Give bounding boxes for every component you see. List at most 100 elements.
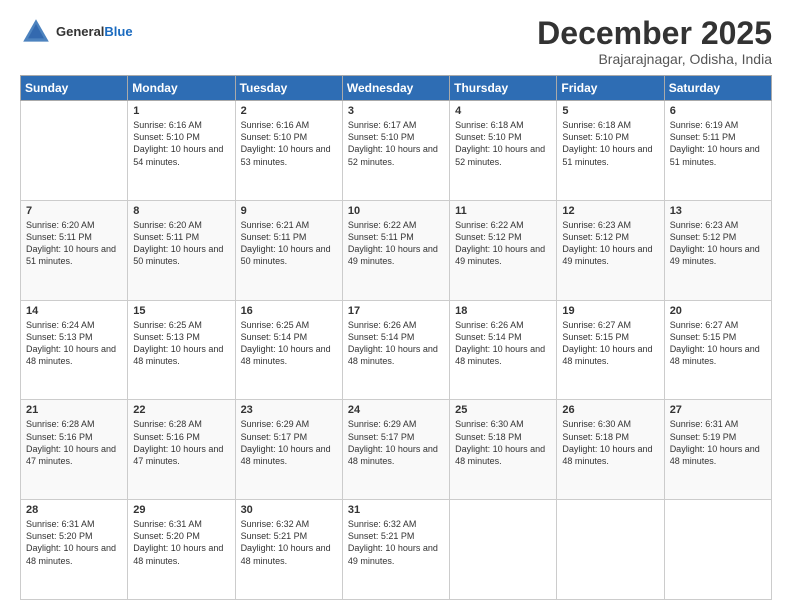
daylight-text: Daylight: 10 hours and 49 minutes. bbox=[348, 542, 444, 566]
calendar-cell bbox=[21, 101, 128, 201]
day-info: Sunrise: 6:21 AM Sunset: 5:11 PM Dayligh… bbox=[241, 219, 337, 268]
calendar-week-3: 14 Sunrise: 6:24 AM Sunset: 5:13 PM Dayl… bbox=[21, 300, 772, 400]
day-number: 1 bbox=[133, 105, 229, 117]
daylight-text: Daylight: 10 hours and 51 minutes. bbox=[670, 143, 766, 167]
day-info: Sunrise: 6:28 AM Sunset: 5:16 PM Dayligh… bbox=[26, 418, 122, 467]
sunrise-text: Sunrise: 6:29 AM bbox=[241, 418, 337, 430]
sunset-text: Sunset: 5:10 PM bbox=[348, 131, 444, 143]
day-number: 8 bbox=[133, 205, 229, 217]
day-number: 12 bbox=[562, 205, 658, 217]
sunset-text: Sunset: 5:11 PM bbox=[670, 131, 766, 143]
sunset-text: Sunset: 5:17 PM bbox=[348, 431, 444, 443]
daylight-text: Daylight: 10 hours and 48 minutes. bbox=[562, 443, 658, 467]
day-info: Sunrise: 6:16 AM Sunset: 5:10 PM Dayligh… bbox=[241, 119, 337, 168]
day-info: Sunrise: 6:22 AM Sunset: 5:11 PM Dayligh… bbox=[348, 219, 444, 268]
sunrise-text: Sunrise: 6:20 AM bbox=[26, 219, 122, 231]
day-number: 20 bbox=[670, 305, 766, 317]
sunset-text: Sunset: 5:19 PM bbox=[670, 431, 766, 443]
day-info: Sunrise: 6:16 AM Sunset: 5:10 PM Dayligh… bbox=[133, 119, 229, 168]
daylight-text: Daylight: 10 hours and 48 minutes. bbox=[133, 542, 229, 566]
sunset-text: Sunset: 5:17 PM bbox=[241, 431, 337, 443]
sunset-text: Sunset: 5:21 PM bbox=[241, 530, 337, 542]
daylight-text: Daylight: 10 hours and 48 minutes. bbox=[133, 343, 229, 367]
calendar-cell bbox=[664, 500, 771, 600]
day-number: 5 bbox=[562, 105, 658, 117]
sunset-text: Sunset: 5:13 PM bbox=[26, 331, 122, 343]
daylight-text: Daylight: 10 hours and 47 minutes. bbox=[133, 443, 229, 467]
day-info: Sunrise: 6:29 AM Sunset: 5:17 PM Dayligh… bbox=[241, 418, 337, 467]
calendar-cell: 8 Sunrise: 6:20 AM Sunset: 5:11 PM Dayli… bbox=[128, 200, 235, 300]
day-info: Sunrise: 6:23 AM Sunset: 5:12 PM Dayligh… bbox=[670, 219, 766, 268]
header-wednesday: Wednesday bbox=[342, 76, 449, 101]
calendar-cell: 12 Sunrise: 6:23 AM Sunset: 5:12 PM Dayl… bbox=[557, 200, 664, 300]
day-number: 3 bbox=[348, 105, 444, 117]
day-info: Sunrise: 6:31 AM Sunset: 5:19 PM Dayligh… bbox=[670, 418, 766, 467]
daylight-text: Daylight: 10 hours and 48 minutes. bbox=[26, 542, 122, 566]
calendar-cell bbox=[450, 500, 557, 600]
calendar-cell: 17 Sunrise: 6:26 AM Sunset: 5:14 PM Dayl… bbox=[342, 300, 449, 400]
day-number: 13 bbox=[670, 205, 766, 217]
day-number: 2 bbox=[241, 105, 337, 117]
day-number: 19 bbox=[562, 305, 658, 317]
sunrise-text: Sunrise: 6:28 AM bbox=[26, 418, 122, 430]
day-number: 17 bbox=[348, 305, 444, 317]
sunrise-text: Sunrise: 6:27 AM bbox=[670, 319, 766, 331]
daylight-text: Daylight: 10 hours and 48 minutes. bbox=[670, 443, 766, 467]
day-number: 16 bbox=[241, 305, 337, 317]
sunrise-text: Sunrise: 6:25 AM bbox=[241, 319, 337, 331]
sunrise-text: Sunrise: 6:26 AM bbox=[455, 319, 551, 331]
day-info: Sunrise: 6:31 AM Sunset: 5:20 PM Dayligh… bbox=[133, 518, 229, 567]
day-info: Sunrise: 6:25 AM Sunset: 5:14 PM Dayligh… bbox=[241, 319, 337, 368]
day-info: Sunrise: 6:26 AM Sunset: 5:14 PM Dayligh… bbox=[348, 319, 444, 368]
day-number: 27 bbox=[670, 404, 766, 416]
calendar-cell: 9 Sunrise: 6:21 AM Sunset: 5:11 PM Dayli… bbox=[235, 200, 342, 300]
calendar-cell: 19 Sunrise: 6:27 AM Sunset: 5:15 PM Dayl… bbox=[557, 300, 664, 400]
daylight-text: Daylight: 10 hours and 47 minutes. bbox=[26, 443, 122, 467]
sunrise-text: Sunrise: 6:20 AM bbox=[133, 219, 229, 231]
calendar-cell: 21 Sunrise: 6:28 AM Sunset: 5:16 PM Dayl… bbox=[21, 400, 128, 500]
daylight-text: Daylight: 10 hours and 49 minutes. bbox=[348, 243, 444, 267]
daylight-text: Daylight: 10 hours and 49 minutes. bbox=[455, 243, 551, 267]
calendar-cell: 3 Sunrise: 6:17 AM Sunset: 5:10 PM Dayli… bbox=[342, 101, 449, 201]
daylight-text: Daylight: 10 hours and 48 minutes. bbox=[670, 343, 766, 367]
calendar-cell: 11 Sunrise: 6:22 AM Sunset: 5:12 PM Dayl… bbox=[450, 200, 557, 300]
sunrise-text: Sunrise: 6:23 AM bbox=[562, 219, 658, 231]
calendar-cell: 1 Sunrise: 6:16 AM Sunset: 5:10 PM Dayli… bbox=[128, 101, 235, 201]
calendar-week-4: 21 Sunrise: 6:28 AM Sunset: 5:16 PM Dayl… bbox=[21, 400, 772, 500]
sunset-text: Sunset: 5:16 PM bbox=[133, 431, 229, 443]
calendar-cell: 28 Sunrise: 6:31 AM Sunset: 5:20 PM Dayl… bbox=[21, 500, 128, 600]
day-number: 23 bbox=[241, 404, 337, 416]
calendar-cell: 6 Sunrise: 6:19 AM Sunset: 5:11 PM Dayli… bbox=[664, 101, 771, 201]
daylight-text: Daylight: 10 hours and 50 minutes. bbox=[133, 243, 229, 267]
sunrise-text: Sunrise: 6:29 AM bbox=[348, 418, 444, 430]
sunset-text: Sunset: 5:14 PM bbox=[241, 331, 337, 343]
sunrise-text: Sunrise: 6:16 AM bbox=[133, 119, 229, 131]
sunset-text: Sunset: 5:15 PM bbox=[670, 331, 766, 343]
sunset-text: Sunset: 5:12 PM bbox=[670, 231, 766, 243]
sunset-text: Sunset: 5:12 PM bbox=[562, 231, 658, 243]
day-info: Sunrise: 6:20 AM Sunset: 5:11 PM Dayligh… bbox=[133, 219, 229, 268]
calendar-header-row: Sunday Monday Tuesday Wednesday Thursday… bbox=[21, 76, 772, 101]
day-number: 6 bbox=[670, 105, 766, 117]
daylight-text: Daylight: 10 hours and 52 minutes. bbox=[455, 143, 551, 167]
header-sunday: Sunday bbox=[21, 76, 128, 101]
day-number: 25 bbox=[455, 404, 551, 416]
daylight-text: Daylight: 10 hours and 48 minutes. bbox=[241, 443, 337, 467]
calendar-cell: 22 Sunrise: 6:28 AM Sunset: 5:16 PM Dayl… bbox=[128, 400, 235, 500]
sunrise-text: Sunrise: 6:27 AM bbox=[562, 319, 658, 331]
header: GeneralBlue December 2025 Brajarajnagar,… bbox=[20, 16, 772, 67]
sunset-text: Sunset: 5:14 PM bbox=[348, 331, 444, 343]
calendar-cell: 25 Sunrise: 6:30 AM Sunset: 5:18 PM Dayl… bbox=[450, 400, 557, 500]
day-number: 30 bbox=[241, 504, 337, 516]
day-info: Sunrise: 6:19 AM Sunset: 5:11 PM Dayligh… bbox=[670, 119, 766, 168]
logo: GeneralBlue bbox=[20, 16, 133, 48]
daylight-text: Daylight: 10 hours and 48 minutes. bbox=[241, 343, 337, 367]
daylight-text: Daylight: 10 hours and 48 minutes. bbox=[241, 542, 337, 566]
daylight-text: Daylight: 10 hours and 48 minutes. bbox=[562, 343, 658, 367]
sunrise-text: Sunrise: 6:31 AM bbox=[670, 418, 766, 430]
calendar-cell: 5 Sunrise: 6:18 AM Sunset: 5:10 PM Dayli… bbox=[557, 101, 664, 201]
sunset-text: Sunset: 5:11 PM bbox=[348, 231, 444, 243]
sunset-text: Sunset: 5:13 PM bbox=[133, 331, 229, 343]
title-block: December 2025 Brajarajnagar, Odisha, Ind… bbox=[537, 16, 772, 67]
sunset-text: Sunset: 5:15 PM bbox=[562, 331, 658, 343]
